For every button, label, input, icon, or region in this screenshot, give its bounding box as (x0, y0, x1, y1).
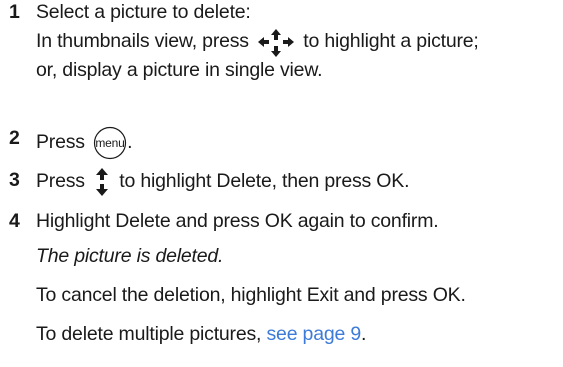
step-text: or, display a picture in single view. (36, 59, 323, 81)
step-number: 2 (9, 127, 20, 149)
result-text: The picture is deleted. (36, 245, 224, 267)
step-number: 4 (9, 210, 20, 232)
cancel-text: To cancel the deletion, highlight Exit a… (36, 284, 466, 306)
instruction-page: 1 Select a picture to delete: In thumbna… (0, 0, 563, 367)
instruction-text: To delete multiple pictures, (36, 323, 262, 345)
instruction-text: Press (36, 170, 85, 193)
step-number: 3 (9, 169, 20, 191)
step-text-line: Press to highlight Delete, then press OK… (36, 168, 410, 196)
menu-button-icon: menu (93, 126, 127, 160)
instruction-text: Press (36, 131, 85, 154)
step-text: Highlight Delete and press OK again to c… (36, 210, 439, 232)
instruction-text: to highlight a picture; (303, 30, 479, 53)
period: . (361, 323, 367, 345)
step-text: Select a picture to delete: (36, 1, 251, 23)
multi-delete-line: To delete multiple pictures, see page 9. (36, 322, 366, 346)
step-text-line: Press menu . (36, 126, 133, 160)
period: . (127, 131, 133, 154)
up-down-arrow-icon (96, 168, 109, 196)
instruction-text: to highlight Delete, then press OK. (119, 170, 410, 193)
see-page-link[interactable]: see page 9 (267, 323, 362, 345)
step-text-line: In thumbnails view, press to highlight a… (36, 27, 479, 57)
four-way-arrow-icon (258, 27, 295, 57)
instruction-text: In thumbnails view, press (36, 30, 249, 53)
step-number: 1 (9, 1, 20, 23)
menu-button-label: menu (95, 136, 124, 150)
